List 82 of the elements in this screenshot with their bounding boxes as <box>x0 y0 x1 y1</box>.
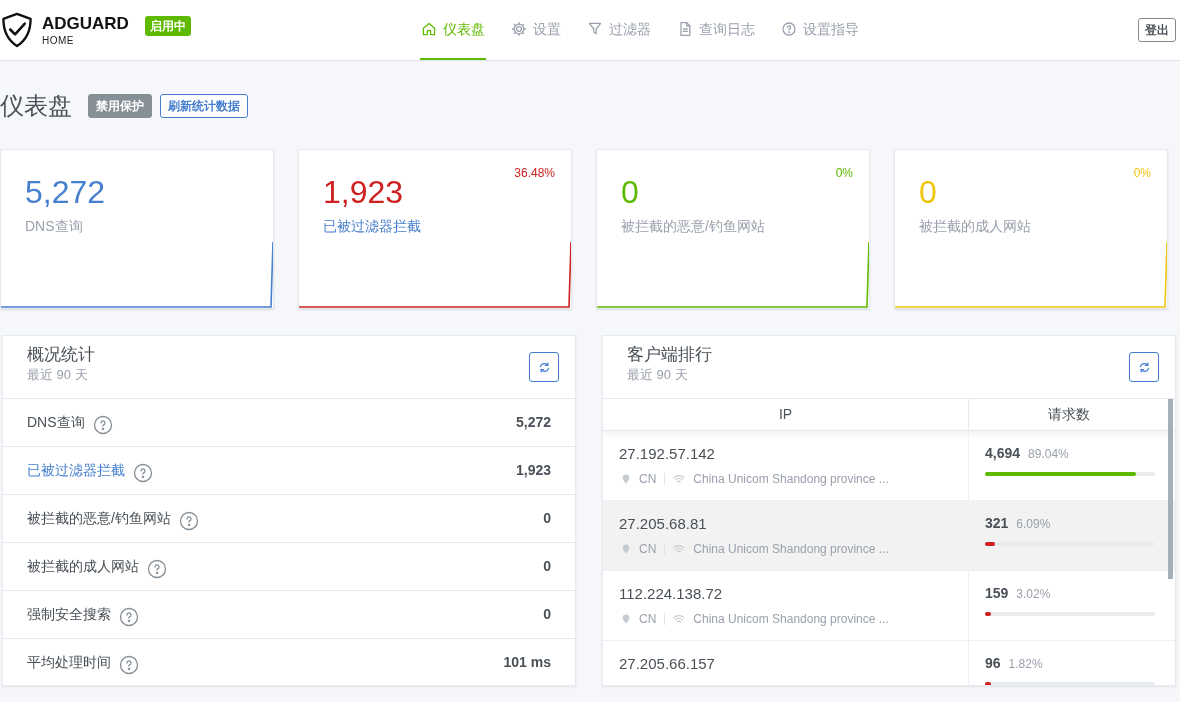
stat-value: 0 <box>621 176 640 208</box>
logo-text: ADGUARD <box>42 14 129 32</box>
disable-protection-button[interactable]: 禁用保护 <box>88 94 152 118</box>
logo-subtitle: HOME <box>42 35 75 46</box>
stat-label: 被拦截的恶意/钓鱼网站 <box>621 217 765 236</box>
stat-percent: 0% <box>835 165 853 182</box>
scrollbar[interactable] <box>1168 399 1173 579</box>
help-icon <box>119 654 139 675</box>
stat-value: 0 <box>543 557 551 576</box>
shield-logo-icon <box>0 12 34 48</box>
page-title: 仪表盘 <box>0 91 72 121</box>
request-percent: 6.09% <box>1016 516 1051 533</box>
help-icon <box>178 510 199 531</box>
status-badge: 启用中 <box>144 16 191 36</box>
request-count: 159 <box>985 584 1009 603</box>
stat-label-link[interactable]: 已被过滤器拦截 <box>323 216 421 237</box>
nav-tab[interactable]: 仪表盘 <box>420 0 486 60</box>
stat-label: DNS查询 <box>25 217 84 236</box>
wifi-icon <box>673 613 686 624</box>
help-icon <box>119 606 139 627</box>
column-header: 请求数 <box>1047 405 1091 424</box>
nav-tab[interactable]: 设置指导 <box>780 0 860 60</box>
country-code: CN <box>639 610 657 628</box>
panel-title: 概况统计 <box>27 345 95 366</box>
stat-value: 0 <box>543 605 551 624</box>
stat-percent: 0% <box>1133 165 1151 182</box>
help-icon <box>92 414 113 435</box>
filter-icon <box>587 21 603 37</box>
stat-value: 1,923 <box>323 176 405 208</box>
location-pin-icon <box>621 542 631 555</box>
panel-subtitle: 最近 90 天 <box>627 366 689 385</box>
stat-label: 强制安全搜索 <box>27 605 111 624</box>
request-count: 321 <box>985 514 1009 533</box>
ip-address: 27.205.66.157 <box>619 654 716 674</box>
refresh-icon <box>1137 360 1151 374</box>
nav-tab[interactable]: 过滤器 <box>586 0 652 60</box>
stat-percent: 36.48% <box>514 165 555 182</box>
request-count: 96 <box>985 654 1001 673</box>
help-icon <box>147 558 167 579</box>
stat-value: 1,923 <box>515 461 551 480</box>
stat-value: 0 <box>543 509 551 528</box>
network-name: China Unicom Shandong province ... <box>693 470 889 488</box>
wifi-icon <box>673 473 686 484</box>
location-pin-icon <box>621 612 631 625</box>
refresh-button[interactable] <box>1129 352 1159 382</box>
location-pin-icon <box>621 472 631 485</box>
refresh-button[interactable]: 刷新统计数据 <box>160 94 248 118</box>
stat-label: DNS查询 <box>27 413 85 432</box>
request-percent: 1.82% <box>1008 656 1043 673</box>
logout-button[interactable]: 登出 <box>1138 18 1176 42</box>
request-percent: 3.02% <box>1016 586 1051 603</box>
document-icon <box>677 21 693 37</box>
request-count: 4,694 <box>985 444 1021 463</box>
stat-label: 被拦截的恶意/钓鱼网站 <box>27 509 171 528</box>
country-code: CN <box>639 540 657 558</box>
stat-value: 5,272 <box>25 176 106 208</box>
ip-address: 112.224.138.72 <box>619 584 724 604</box>
nav-tab[interactable]: 设置 <box>510 0 562 60</box>
home-icon <box>421 21 437 37</box>
network-name: China Unicom Shandong province ... <box>693 540 889 558</box>
stat-value: 101 ms <box>503 653 551 672</box>
panel-title: 客户端排行 <box>627 345 712 366</box>
help-icon <box>133 462 153 483</box>
refresh-button[interactable] <box>529 352 559 382</box>
stat-value: 5,272 <box>515 413 551 432</box>
help-icon <box>781 21 797 37</box>
country-code: CN <box>639 470 657 488</box>
request-percent: 89.04% <box>1028 446 1069 463</box>
network-name: China Unicom Shandong province ... <box>693 610 889 628</box>
stat-label: 平均处理时间 <box>27 653 111 672</box>
ip-address: 27.205.68.81 <box>619 514 708 534</box>
column-header: IP <box>603 399 969 430</box>
stat-value: 0 <box>919 176 938 208</box>
settings-icon <box>511 21 527 37</box>
nav-tab[interactable]: 查询日志 <box>676 0 756 60</box>
ip-address: 27.192.57.142 <box>619 444 716 464</box>
panel-subtitle: 最近 90 天 <box>27 366 89 385</box>
stat-label: 被拦截的成人网站 <box>27 557 139 576</box>
stat-link[interactable]: 已被过滤器拦截 <box>27 460 125 481</box>
refresh-icon <box>537 360 551 374</box>
stat-label: 被拦截的成人网站 <box>919 217 1031 236</box>
wifi-icon <box>673 543 686 554</box>
